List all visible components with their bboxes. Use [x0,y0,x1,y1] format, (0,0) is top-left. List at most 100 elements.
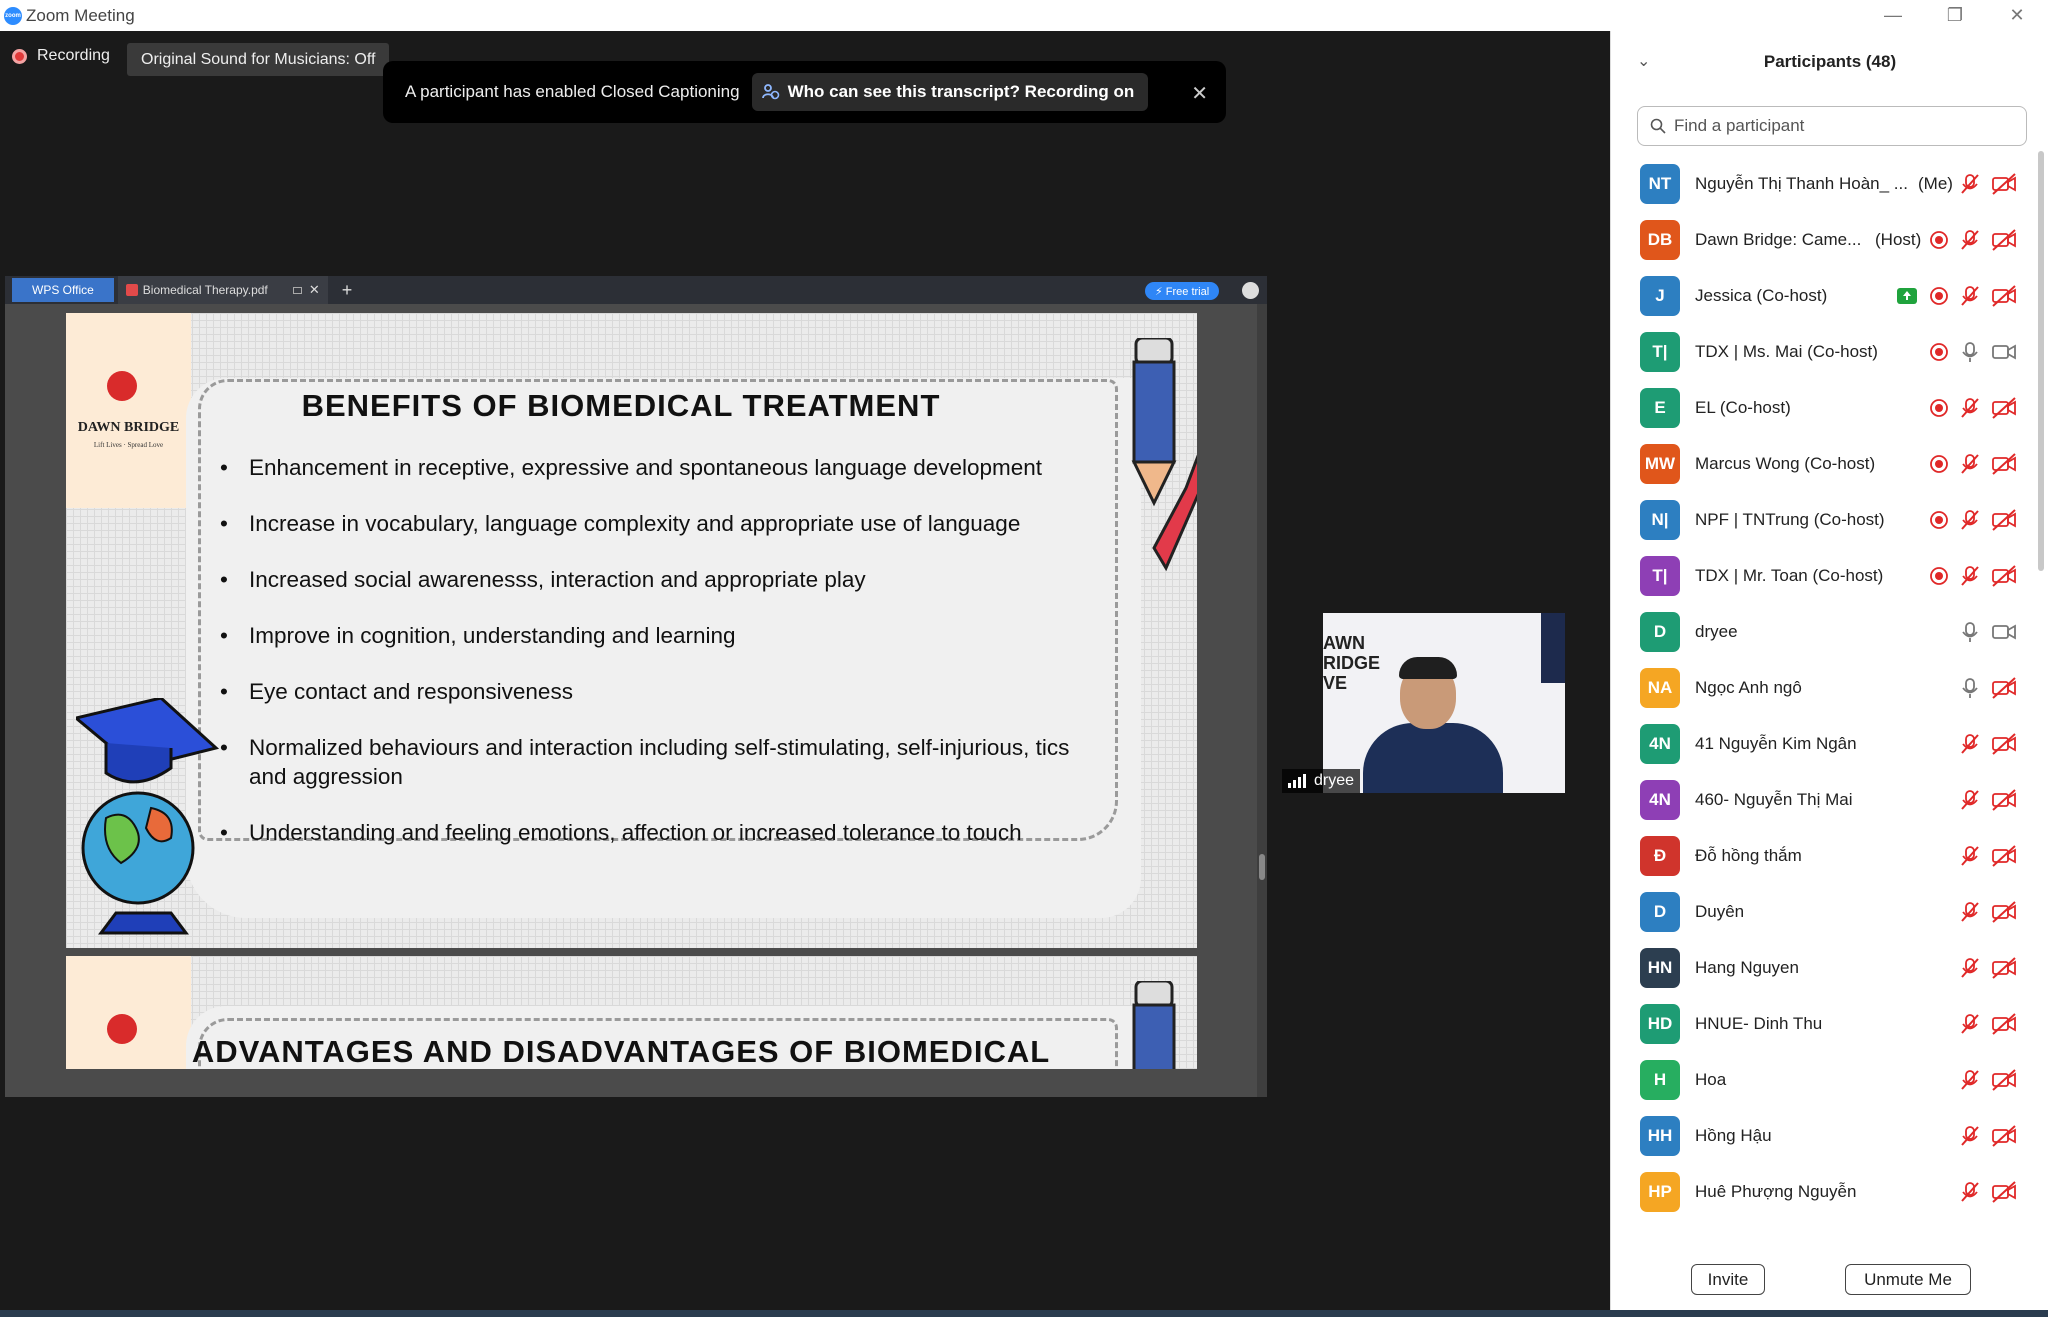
video-off-icon[interactable] [1991,957,2019,981]
mic-muted-icon[interactable] [1959,845,1983,869]
participant-row[interactable]: E EL (Co-host) [1611,380,2039,436]
avatar: Đ [1640,836,1680,876]
participant-row[interactable]: 4N 460- Nguyễn Thị Mai [1611,772,2039,828]
wps-user-avatar[interactable] [1242,282,1259,299]
participant-row[interactable]: Ddryee [1611,604,2039,660]
video-off-icon[interactable] [1991,845,2019,869]
participant-row[interactable]: T| TDX | Mr. Toan (Co-host) [1611,548,2039,604]
mic-muted-icon[interactable] [1959,1181,1983,1205]
invite-button[interactable]: Invite [1691,1264,1765,1295]
participants-panel: ⌄ Participants (48) NT Nguyễn Thị Thanh H… [1610,31,2048,1317]
recording-indicator[interactable]: Recording [12,47,110,65]
minimize-icon[interactable]: — [1862,0,1924,31]
mic-icon[interactable] [1959,341,1983,365]
mic-muted-icon[interactable] [1959,957,1983,981]
document-viewport: DAWN BRIDGE Lift Lives · Spread Love BEN… [5,304,1267,1097]
chevron-down-icon[interactable]: ⌄ [1637,51,1650,71]
mic-icon[interactable] [1959,621,1983,645]
original-sound-button[interactable]: Original Sound for Musicians: Off [127,43,390,76]
participant-row[interactable]: NA Ngọc Anh ngô [1611,660,2039,716]
mic-muted-icon[interactable] [1959,285,1983,309]
speaker-figure [1363,723,1503,793]
participant-row[interactable]: N| NPF | TNTrung (Co-host) [1611,492,2039,548]
slide-title: BENEFITS OF BIOMEDICAL TREATMENT [301,388,941,423]
participant-list: NT Nguyễn Thị Thanh Hoàn_ ... (Me) DB Dawn B… [1611,156,2039,1246]
new-tab-icon[interactable]: + [342,280,353,301]
wps-office-tab[interactable]: WPS Office [12,278,114,302]
participant-row[interactable]: HP Huê Phượng Nguyễn [1611,1164,2039,1220]
document-scroll-thumb[interactable] [1259,854,1265,880]
mic-muted-icon[interactable] [1959,509,1983,533]
video-off-icon[interactable] [1991,1181,2019,1205]
video-off-icon[interactable] [1991,733,2019,757]
participant-row[interactable]: MW Marcus Wong (Co-host) [1611,436,2039,492]
mic-muted-icon[interactable] [1959,397,1983,421]
slide-title: ADVANTAGES AND DISADVANTAGES OF BIOMEDIC… [191,1034,1051,1069]
participant-row[interactable]: Đ Đỗ hồng thắm [1611,828,2039,884]
participant-row[interactable]: T| TDX | Ms. Mai (Co-host) [1611,324,2039,380]
participant-list-scrollbar[interactable] [2038,151,2044,571]
tab-close-icon[interactable]: ✕ [309,282,320,298]
mic-muted-icon[interactable] [1959,229,1983,253]
video-off-icon[interactable] [1991,1125,2019,1149]
mic-muted-icon[interactable] [1959,1013,1983,1037]
video-off-icon[interactable] [1991,173,2019,197]
bullet-item: Understanding and feeling emotions, affe… [216,818,1076,847]
video-off-icon[interactable] [1991,677,2019,701]
video-off-icon[interactable] [1991,789,2019,813]
video-logo-panel [1541,613,1565,683]
transcript-visibility-button[interactable]: Who can see this transcript? Recording o… [751,73,1149,111]
video-off-icon[interactable] [1991,565,2019,589]
video-icon[interactable] [1991,621,2019,645]
slide-logo-subtitle: Lift Lives · Spread Love [93,441,164,449]
participant-row[interactable]: NT Nguyễn Thị Thanh Hoàn_ ... (Me) [1611,156,2039,212]
free-trial-button[interactable]: ⚡ Free trial [1145,282,1220,300]
participant-row[interactable]: 4N 41 Nguyễn Kim Ngân [1611,716,2039,772]
video-off-icon[interactable] [1991,453,2019,477]
mic-muted-icon[interactable] [1959,453,1983,477]
toast-close-icon[interactable]: ✕ [1191,81,1208,106]
logo-sun-icon [107,371,137,401]
search-input[interactable] [1674,116,2014,136]
participant-row[interactable]: HH Hồng Hậu [1611,1108,2039,1164]
avatar: HD [1640,1004,1680,1044]
participant-row[interactable]: HD HNUE- Dinh Thu [1611,996,2039,1052]
participant-row[interactable]: DB Dawn Bridge: Came... (Host) [1611,212,2039,268]
participant-row[interactable]: H Hoa [1611,1052,2039,1108]
mic-muted-icon[interactable] [1959,565,1983,589]
video-off-icon[interactable] [1991,1013,2019,1037]
close-icon[interactable]: ✕ [1986,0,2048,31]
video-off-icon[interactable] [1991,285,2019,309]
slide-logo-text: DAWN BRIDGE [77,420,180,435]
participant-row[interactable]: J Jessica (Co-host) [1611,268,2039,324]
video-off-icon[interactable] [1991,901,2019,925]
avatar: HN [1640,948,1680,988]
pdf-tab-label: Biomedical Therapy.pdf [142,283,268,297]
video-off-icon[interactable] [1991,509,2019,533]
mic-icon[interactable] [1959,677,1983,701]
video-off-icon[interactable] [1991,1069,2019,1093]
recording-icon [1929,454,1953,478]
mic-muted-icon[interactable] [1959,1069,1983,1093]
participant-row[interactable]: D Duyên [1611,884,2039,940]
document-scrollbar[interactable] [1257,304,1267,1097]
slide-logo-panel [66,956,191,1069]
speaker-video[interactable]: AWN RIDGE VE [1323,613,1565,793]
pdf-document-tab[interactable]: Biomedical Therapy.pdf ✕ [117,276,328,304]
video-off-icon[interactable] [1991,397,2019,421]
participant-role-tag: (Host) [1875,230,1922,249]
mic-muted-icon[interactable] [1959,733,1983,757]
video-off-icon[interactable] [1991,229,2019,253]
participant-search[interactable] [1637,106,2027,146]
mic-muted-icon[interactable] [1959,901,1983,925]
unmute-me-button[interactable]: Unmute Me [1845,1264,1971,1295]
mic-muted-icon[interactable] [1959,789,1983,813]
mic-muted-icon[interactable] [1959,173,1983,197]
restore-icon[interactable]: ❐ [1924,0,1986,31]
participant-name: dryee [1695,622,1738,641]
recording-icon [1929,342,1953,366]
mic-muted-icon[interactable] [1959,1125,1983,1149]
video-icon[interactable] [1991,341,2019,365]
participant-row[interactable]: HN Hang Nguyen [1611,940,2039,996]
transcript-pill-label: Who can see this transcript? Recording o… [787,82,1135,101]
